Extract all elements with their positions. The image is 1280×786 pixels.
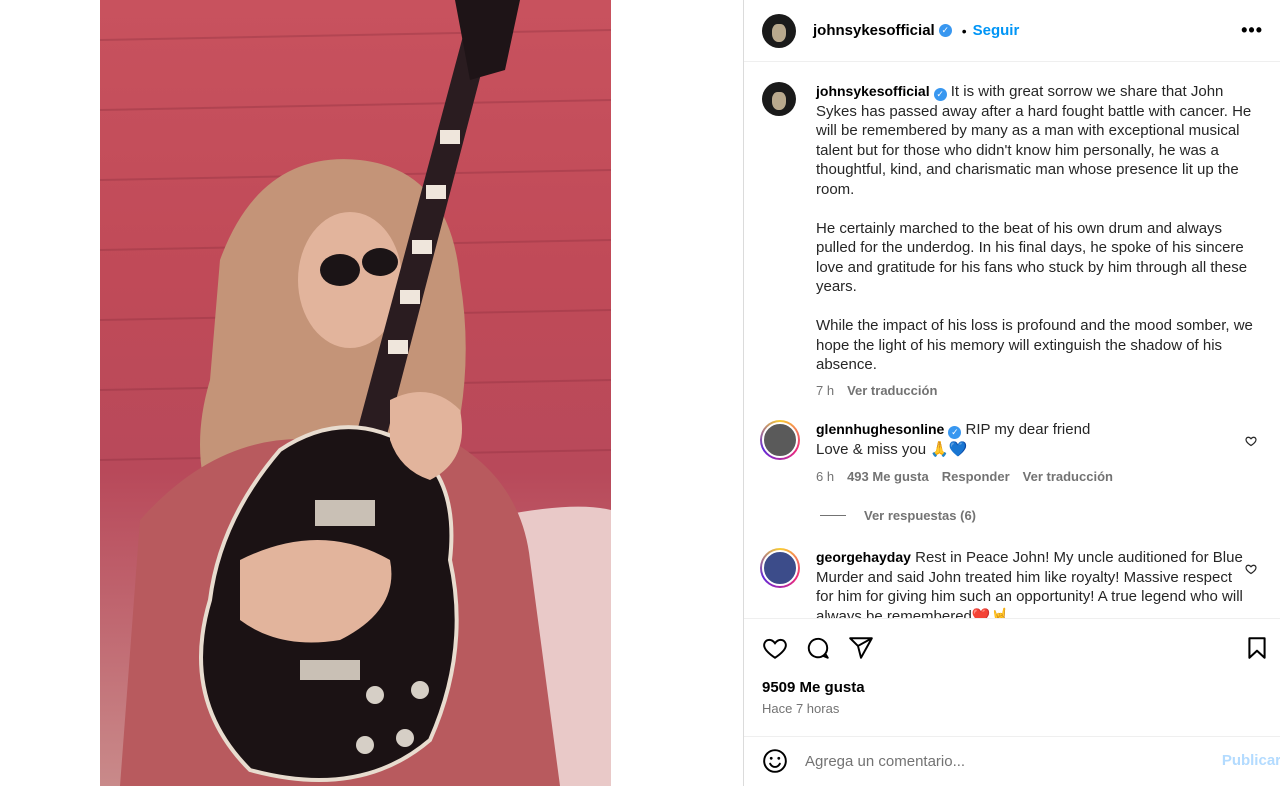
guitarist-photo-illustration bbox=[100, 0, 611, 786]
comment-like-heart-icon[interactable] bbox=[1245, 435, 1257, 447]
post-time[interactable]: Hace 7 horas bbox=[762, 701, 839, 716]
author-avatar[interactable] bbox=[762, 13, 796, 48]
caption-author-username[interactable]: johnsykesofficial bbox=[816, 83, 930, 99]
likes-count[interactable]: 9509 Me gusta bbox=[762, 679, 865, 696]
comment-meta: 6 h 493 Me gusta Responder Ver traducció… bbox=[816, 467, 1253, 487]
comment-input[interactable] bbox=[805, 749, 1185, 773]
verified-badge-icon: ✓ bbox=[948, 426, 962, 439]
more-options-icon[interactable]: ••• bbox=[1241, 20, 1263, 41]
bookmark-icon[interactable] bbox=[1244, 635, 1270, 661]
comment-text-line2: Love & miss you 🙏💙 bbox=[816, 440, 968, 458]
emoji-icon[interactable] bbox=[762, 748, 788, 774]
verified-badge-icon: ✓ bbox=[933, 88, 947, 101]
caption-paragraph-1: johnsykesofficial ✓ It is with great sorr… bbox=[816, 82, 1253, 199]
instagram-post-view: johnsykesofficial ✓ • Seguir ••• johnsyk… bbox=[0, 0, 1280, 786]
caption-paragraph-2: He certainly marched to the beat of his … bbox=[816, 219, 1248, 296]
comments-list[interactable]: johnsykesofficial ✓ It is with great sorr… bbox=[744, 62, 1280, 618]
post-photo[interactable] bbox=[100, 0, 611, 786]
post-actions: 9509 Me gusta Hace 7 horas bbox=[744, 618, 1280, 736]
post-media-area bbox=[0, 0, 743, 786]
commenter-username[interactable]: glennhughesonline bbox=[816, 421, 944, 437]
comment-time[interactable]: 6 h bbox=[816, 467, 834, 487]
commenter-avatar[interactable] bbox=[760, 548, 800, 588]
comment-icon[interactable] bbox=[805, 635, 831, 661]
caption-paragraph-3: While the impact of his loss is profound… bbox=[816, 317, 1253, 373]
view-replies-button[interactable]: Ver respuestas (6) bbox=[820, 508, 976, 523]
caption-time[interactable]: 7 h bbox=[816, 381, 834, 401]
author-username[interactable]: johnsykesofficial bbox=[813, 22, 935, 39]
comment-text-line1: RIP my dear friend bbox=[965, 421, 1091, 438]
verified-badge-icon: ✓ bbox=[938, 24, 952, 37]
comment-translate-link[interactable]: Ver traducción bbox=[1023, 467, 1113, 487]
post-side-panel: johnsykesofficial ✓ • Seguir ••• johnsyk… bbox=[743, 0, 1280, 786]
caption-body: johnsykesofficial ✓ It is with great sorr… bbox=[816, 82, 1253, 400]
separator-dot: • bbox=[961, 22, 967, 39]
publish-button[interactable]: Publicar bbox=[1222, 752, 1280, 769]
commenter-username[interactable]: georgehayday bbox=[816, 549, 911, 565]
view-replies-label: Ver respuestas (6) bbox=[864, 508, 977, 523]
caption-meta: 7 h Ver traducción bbox=[816, 381, 1253, 401]
commenter-avatar[interactable] bbox=[760, 420, 800, 460]
replies-divider bbox=[820, 515, 846, 516]
follow-button[interactable]: Seguir bbox=[973, 22, 1020, 39]
post-header: johnsykesofficial ✓ • Seguir ••• bbox=[744, 0, 1280, 62]
share-icon[interactable] bbox=[848, 635, 874, 661]
comment-body: georgehayday Rest in Peace John! My uncl… bbox=[816, 548, 1253, 618]
comment-body: glennhughesonline ✓ RIP my dear friend Lo… bbox=[816, 420, 1253, 487]
caption-author-avatar[interactable] bbox=[762, 82, 796, 116]
heart-icon[interactable] bbox=[762, 635, 788, 661]
reply-button[interactable]: Responder bbox=[942, 467, 1010, 487]
comment-like-heart-icon[interactable] bbox=[1245, 563, 1257, 575]
add-comment-bar: Publicar bbox=[744, 736, 1280, 786]
caption-text-1: It is with great sorrow we share that Jo… bbox=[816, 83, 1252, 198]
caption-translate-link[interactable]: Ver traducción bbox=[847, 381, 937, 401]
comment-likes[interactable]: 493 Me gusta bbox=[847, 467, 929, 487]
